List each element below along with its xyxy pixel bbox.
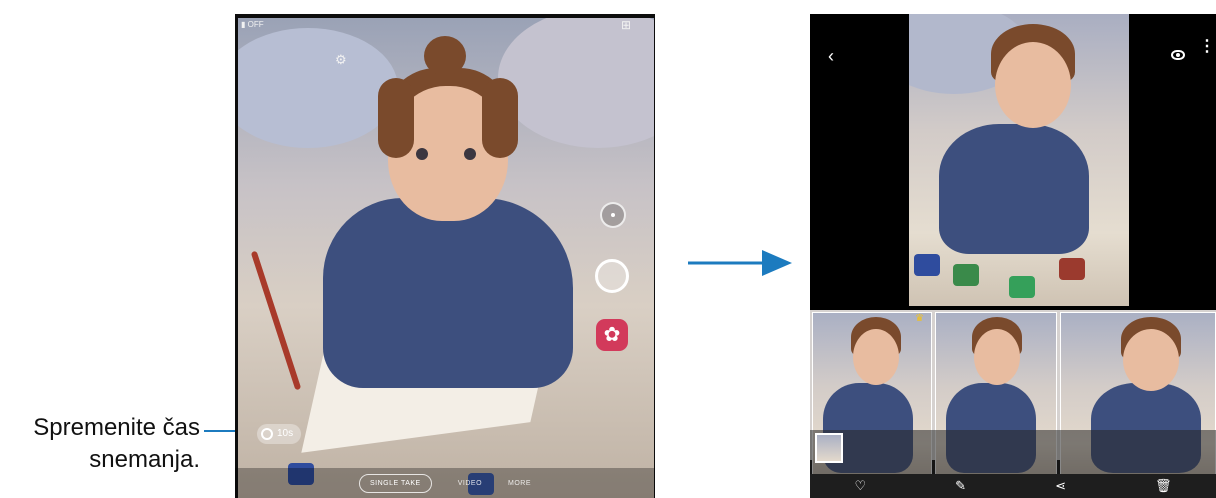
- child-eye: [416, 148, 428, 160]
- switch-camera-button[interactable]: [600, 202, 626, 228]
- child-body: [323, 198, 573, 388]
- timer-callout: Spremenite čas snemanja.: [0, 412, 200, 476]
- more-options-icon[interactable]: ⋮: [1199, 39, 1215, 55]
- callout-line-2: snemanja.: [89, 446, 200, 473]
- edit-icon[interactable]: ✎: [955, 478, 966, 494]
- mode-video[interactable]: VIDEO: [458, 480, 482, 487]
- child-bun: [424, 36, 466, 76]
- mode-bar: SINGLE TAKE VIDEO MORE: [235, 468, 655, 498]
- child-eye: [464, 148, 476, 160]
- arrow-icon: [688, 250, 792, 276]
- main-photo[interactable]: [909, 14, 1129, 306]
- shutter-button[interactable]: [595, 259, 629, 293]
- flash-icon[interactable]: ▮ OFF: [241, 20, 264, 29]
- ratio-icon[interactable]: ⊞: [621, 18, 631, 32]
- flash-label: OFF: [247, 20, 264, 29]
- eye-icon[interactable]: [1171, 50, 1185, 60]
- gallery-toolbar: ♡ ✎ ⋖ 🗑: [810, 474, 1216, 498]
- timer-label: 10s: [277, 428, 294, 439]
- gallery-screen: ‹ ⋮ ♛ ♡ ✎ ⋖ 🗑: [810, 14, 1216, 498]
- mode-single-take[interactable]: SINGLE TAKE: [358, 473, 432, 493]
- camera-preview: [238, 18, 654, 498]
- timer-icon: [261, 428, 273, 440]
- camera-screen: ▮ OFF ⊞ ⚙ ✿ 10s SINGLE TAKE VIDEO MORE: [235, 14, 655, 498]
- callout-line-1: Spremenite čas: [33, 414, 200, 441]
- recording-time-button[interactable]: 10s: [257, 424, 302, 444]
- thumbnail-overlay: [810, 430, 1216, 476]
- selected-mini-thumbnail[interactable]: [815, 433, 843, 463]
- paint-brush: [250, 250, 302, 391]
- back-chevron-icon[interactable]: ‹: [828, 46, 834, 67]
- mode-more[interactable]: MORE: [508, 480, 531, 487]
- best-shot-crown-icon: ♛: [915, 313, 924, 324]
- heart-icon[interactable]: ♡: [855, 478, 867, 494]
- settings-icon[interactable]: ⚙: [335, 52, 347, 68]
- single-take-button[interactable]: ✿: [596, 319, 628, 351]
- delete-icon[interactable]: 🗑: [1155, 478, 1172, 494]
- share-icon[interactable]: ⋖: [1055, 478, 1066, 494]
